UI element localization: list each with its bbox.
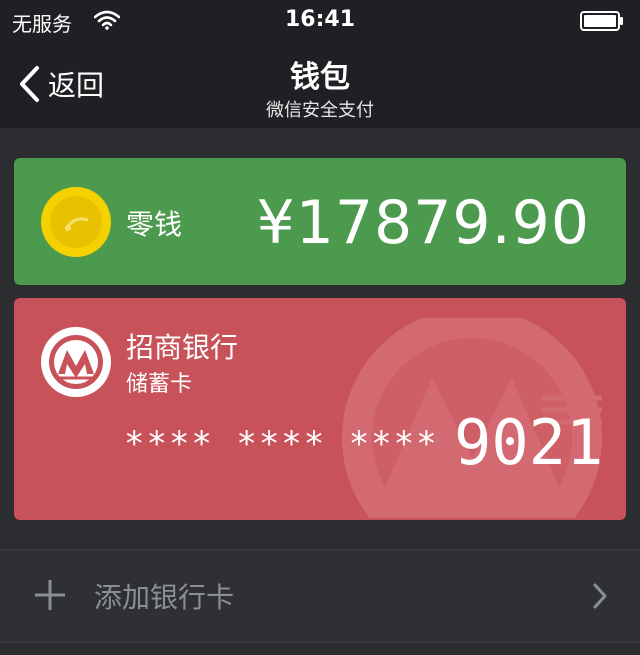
chevron-right-icon xyxy=(593,583,607,609)
bank-card[interactable]: 招商银行 储蓄卡 **** **** **** 9021 xyxy=(14,298,626,520)
navigation-bar: 返回 钱包 微信安全支付 xyxy=(0,44,640,128)
cmb-bank-logo-icon xyxy=(41,327,111,397)
page-subtitle: 微信安全支付 xyxy=(266,100,374,121)
bank-name: 招商银行 xyxy=(126,331,239,364)
change-balance-card[interactable]: 零钱 ¥17879.90 xyxy=(14,158,626,285)
page-title: 钱包 xyxy=(290,60,350,95)
clock: 16:41 xyxy=(284,7,356,32)
card-last-four: 9021 xyxy=(454,406,604,479)
add-bank-card-label: 添加银行卡 xyxy=(94,581,235,614)
status-bar: 无服务 16:41 xyxy=(0,0,640,44)
plus-icon xyxy=(35,580,65,610)
masked-card-number: **** **** **** xyxy=(124,424,439,464)
coin-icon xyxy=(41,187,111,257)
battery-icon xyxy=(580,11,623,31)
add-bank-card-row[interactable]: 添加银行卡 xyxy=(0,549,640,643)
card-type: 储蓄卡 xyxy=(126,372,193,397)
change-label: 零钱 xyxy=(126,208,183,241)
change-amount: ¥17879.90 xyxy=(256,188,590,258)
